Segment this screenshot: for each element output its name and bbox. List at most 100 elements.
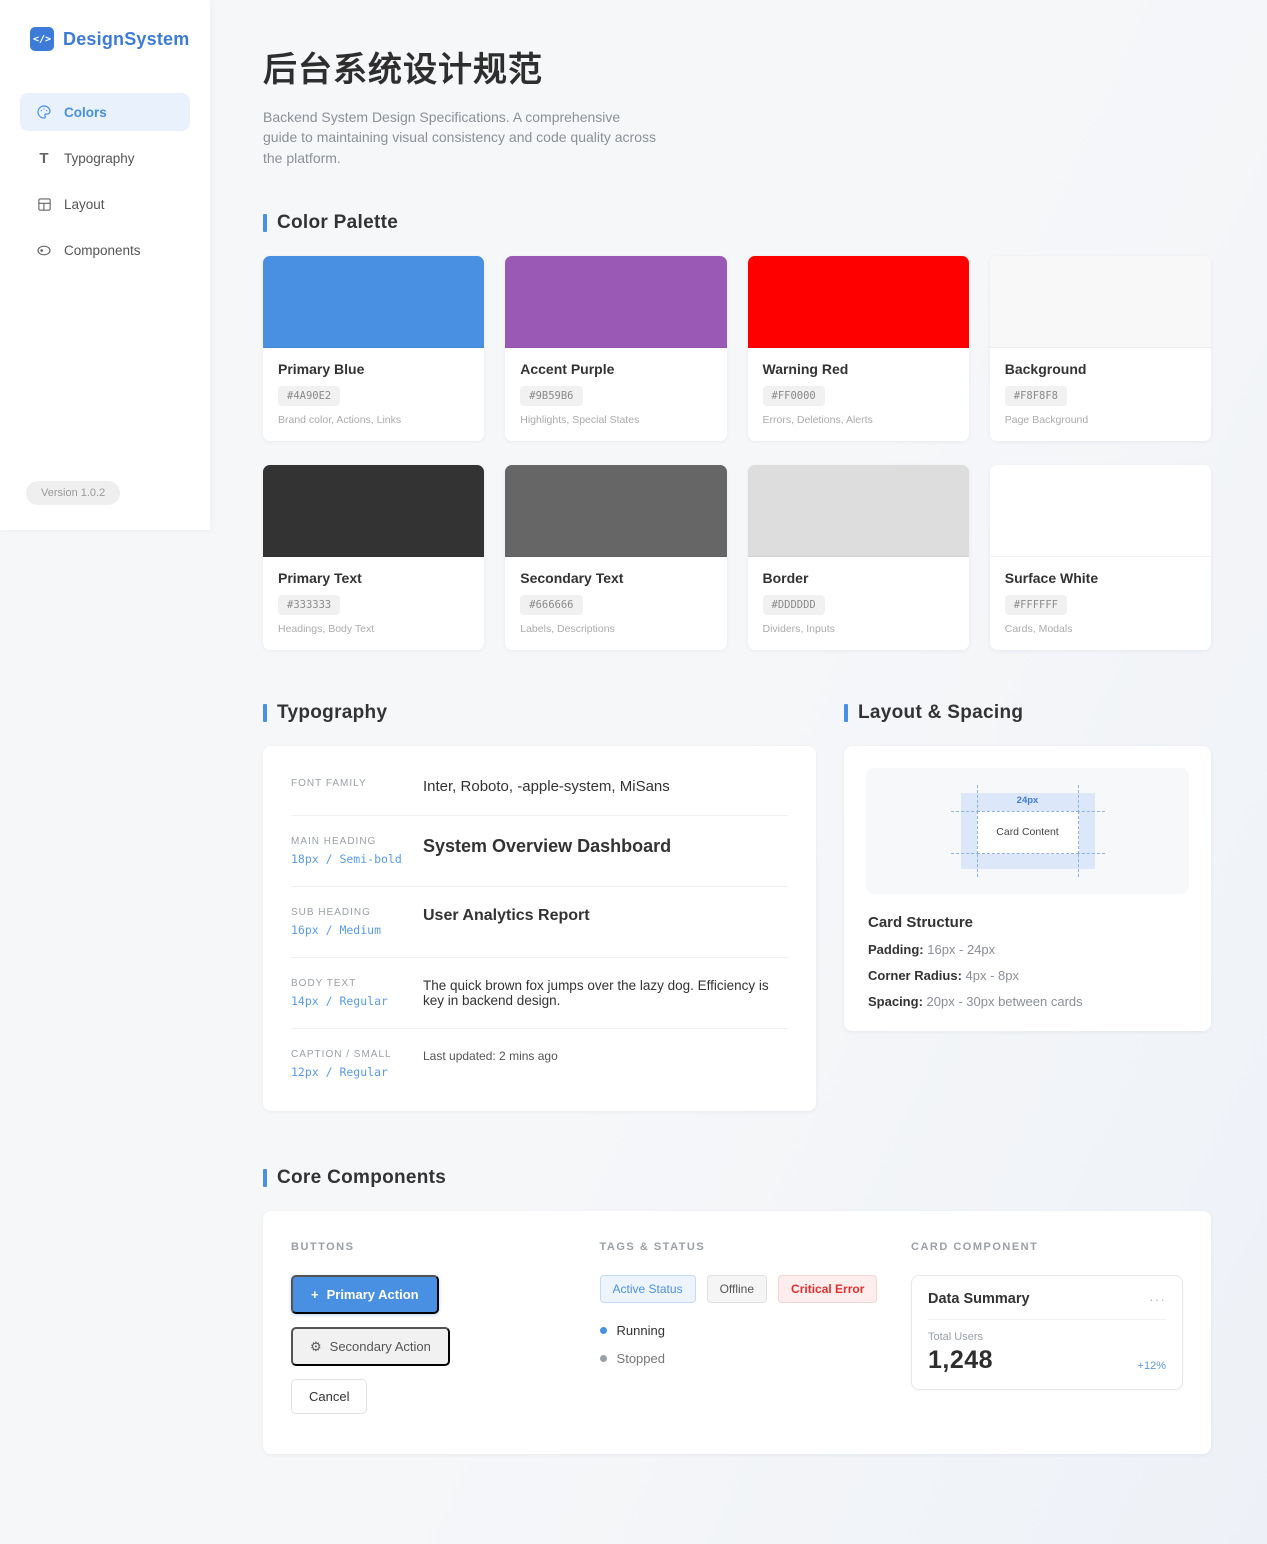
tag-critical-error[interactable]: Critical Error — [778, 1275, 877, 1303]
typo-sample: Inter, Roboto, -apple-system, MiSans — [423, 778, 788, 795]
version-badge: Version 1.0.2 — [26, 481, 120, 505]
section-core-components: Core Components BUTTONS + Primary Action… — [263, 1167, 1211, 1454]
typo-meta: 18px / Semi-bold — [291, 852, 423, 866]
sidebar-item-colors[interactable]: Colors — [20, 93, 190, 131]
color-card-secondary-text: Secondary Text #666666 Labels, Descripti… — [505, 465, 726, 650]
summary-card-title: Data Summary — [928, 1291, 1030, 1307]
color-hex-chip: #666666 — [520, 595, 582, 615]
page-title: 后台系统设计规范 — [263, 42, 1211, 91]
cancel-button[interactable]: Cancel — [291, 1379, 367, 1414]
sidebar-item-label: Components — [64, 243, 141, 258]
code-icon: </> — [30, 27, 54, 51]
gear-icon: ⚙ — [310, 1340, 322, 1353]
typography-row-sub-heading: SUB HEADING 16px / Medium User Analytics… — [291, 887, 788, 958]
sidebar-item-label: Layout — [64, 197, 105, 212]
typo-sample: User Analytics Report — [423, 907, 788, 937]
color-name: Surface White — [1005, 570, 1196, 586]
sidebar-nav: Colors T Typography Layout Components — [0, 93, 210, 269]
section-color-palette: Color Palette Primary Blue #4A90E2 Brand… — [263, 212, 1211, 650]
section-title: Layout & Spacing — [858, 702, 1023, 724]
app-title: DesignSystem — [63, 29, 189, 50]
section-header: Layout & Spacing — [844, 702, 1211, 724]
sidebar-item-label: Typography — [64, 151, 135, 166]
card-spacing-diagram: 24px Card Content — [866, 768, 1189, 894]
buttons-column-label: BUTTONS — [291, 1241, 600, 1253]
status-stopped: Stopped — [600, 1351, 911, 1366]
status-running: Running — [600, 1323, 911, 1338]
primary-action-button[interactable]: + Primary Action — [291, 1275, 439, 1314]
type-icon: T — [36, 150, 52, 166]
color-name: Secondary Text — [520, 570, 711, 586]
typography-row-body-text: BODY TEXT 14px / Regular The quick brown… — [291, 958, 788, 1029]
card-structure-title: Card Structure — [866, 914, 1189, 931]
components-panel: BUTTONS + Primary Action ⚙ Secondary Act… — [263, 1211, 1211, 1454]
color-card-accent-purple: Accent Purple #9B59B6 Highlights, Specia… — [505, 256, 726, 441]
typo-sample: The quick brown fox jumps over the lazy … — [423, 978, 788, 1008]
section-layout-spacing: Layout & Spacing 24px Card Content Card … — [844, 702, 1211, 1031]
color-card-primary-text: Primary Text #333333 Headings, Body Text — [263, 465, 484, 650]
page-subtitle: Backend System Design Specifications. A … — [263, 107, 658, 168]
color-card-grid: Primary Blue #4A90E2 Brand color, Action… — [263, 256, 1211, 650]
metric-label: Total Users — [928, 1331, 1166, 1343]
color-swatch — [990, 256, 1211, 348]
section-accent-bar — [844, 704, 848, 722]
color-usage: Errors, Deletions, Alerts — [763, 414, 954, 426]
sidebar-item-typography[interactable]: T Typography — [20, 139, 190, 177]
color-swatch — [748, 465, 969, 557]
tag-active-status[interactable]: Active Status — [600, 1275, 696, 1303]
typo-meta: 16px / Medium — [291, 923, 423, 937]
metric-value: 1,248 — [928, 1346, 993, 1375]
typo-label: CAPTION / SMALL — [291, 1049, 423, 1060]
data-summary-card: Data Summary ··· Total Users 1,248 +12% — [911, 1275, 1183, 1390]
tags-column-label: TAGS & STATUS — [600, 1241, 911, 1253]
color-hex-chip: #F8F8F8 — [1005, 386, 1067, 406]
typography-row-font-family: FONT FAMILY Inter, Roboto, -apple-system… — [291, 758, 788, 816]
typo-sample: Last updated: 2 mins ago — [423, 1049, 788, 1079]
section-title: Core Components — [277, 1167, 446, 1189]
sidebar-item-layout[interactable]: Layout — [20, 185, 190, 223]
typo-label: MAIN HEADING — [291, 836, 423, 847]
color-usage: Cards, Modals — [1005, 623, 1196, 635]
color-name: Primary Text — [278, 570, 469, 586]
color-swatch — [263, 465, 484, 557]
section-title: Typography — [277, 702, 387, 724]
color-card-border: Border #DDDDDD Dividers, Inputs — [748, 465, 969, 650]
app-logo: </> DesignSystem — [0, 0, 210, 51]
color-swatch — [990, 465, 1211, 557]
typo-meta: 14px / Regular — [291, 994, 423, 1008]
divider — [928, 1319, 1166, 1320]
more-options-icon[interactable]: ··· — [1149, 1291, 1166, 1307]
plus-icon: + — [311, 1288, 319, 1301]
palette-icon — [36, 104, 52, 120]
toggle-icon — [36, 242, 52, 258]
color-usage: Dividers, Inputs — [763, 623, 954, 635]
padding-measure-label: 24px — [961, 795, 1095, 806]
typo-meta: 12px / Regular — [291, 1065, 423, 1079]
tag-offline[interactable]: Offline — [707, 1275, 767, 1303]
sidebar-item-components[interactable]: Components — [20, 231, 190, 269]
typo-sample: System Overview Dashboard — [423, 836, 788, 866]
typography-row-caption: CAPTION / SMALL 12px / Regular Last upda… — [291, 1029, 788, 1099]
color-card-background: Background #F8F8F8 Page Background — [990, 256, 1211, 441]
typography-row-main-heading: MAIN HEADING 18px / Semi-bold System Ove… — [291, 816, 788, 887]
buttons-column: BUTTONS + Primary Action ⚙ Secondary Act… — [291, 1241, 600, 1414]
sidebar-item-label: Colors — [64, 105, 107, 120]
color-card-surface-white: Surface White #FFFFFF Cards, Modals — [990, 465, 1211, 650]
color-hex-chip: #9B59B6 — [520, 386, 582, 406]
color-name: Accent Purple — [520, 361, 711, 377]
color-swatch — [505, 465, 726, 557]
sidebar: </> DesignSystem Colors T Typography — [0, 0, 210, 530]
section-accent-bar — [263, 704, 267, 722]
spec-padding: Padding: 16px - 24px — [866, 942, 1189, 957]
color-usage: Brand color, Actions, Links — [278, 414, 469, 426]
color-usage: Page Background — [1005, 414, 1196, 426]
color-card-warning-red: Warning Red #FF0000 Errors, Deletions, A… — [748, 256, 969, 441]
secondary-action-button[interactable]: ⚙ Secondary Action — [291, 1327, 450, 1366]
spec-corner-radius: Corner Radius: 4px - 8px — [866, 968, 1189, 983]
diagram-content-box: Card Content — [977, 811, 1079, 854]
spec-spacing: Spacing: 20px - 30px between cards — [866, 994, 1189, 1009]
color-name: Background — [1005, 361, 1196, 377]
color-swatch — [505, 256, 726, 348]
card-column-label: CARD COMPONENT — [911, 1241, 1183, 1253]
color-hex-chip: #333333 — [278, 595, 340, 615]
